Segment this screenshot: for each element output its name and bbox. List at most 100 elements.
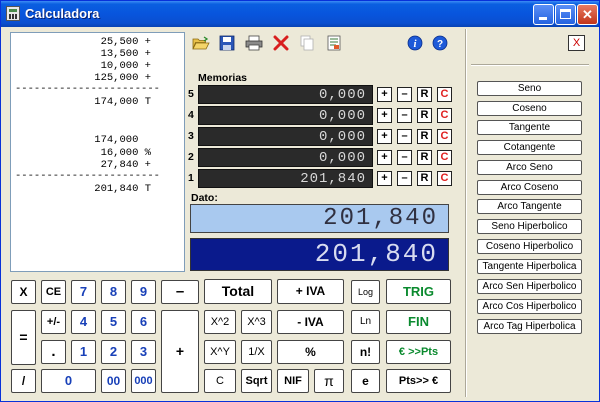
memory-clear-button[interactable]: C	[437, 87, 452, 102]
trig-button[interactable]: TRIG	[386, 279, 451, 304]
memory-add-button[interactable]: +	[377, 171, 392, 186]
memory-clear-button[interactable]: C	[437, 150, 452, 165]
key-nif[interactable]: NIF	[277, 369, 309, 393]
key-plus-iva[interactable]: + IVA	[277, 279, 344, 304]
memory-number: 3	[188, 130, 194, 142]
copy-icon[interactable]	[298, 35, 316, 51]
minimize-button[interactable]	[533, 4, 554, 25]
tape-separator: -----------------------	[15, 83, 160, 95]
key-x[interactable]: X	[11, 280, 36, 304]
key-percent[interactable]: %	[277, 340, 344, 364]
func-seno-hiperbolico[interactable]: Seno Hiperbolico	[477, 219, 582, 234]
memory-subtract-button[interactable]: –	[397, 108, 412, 123]
help-icon[interactable]: ?	[431, 35, 449, 51]
func-coseno-hiperbolico[interactable]: Coseno Hiperbolico	[477, 239, 582, 254]
func-arco-sen-hiperbolico[interactable]: Arco Sen Hiperbolico	[477, 279, 582, 294]
key-sqrt[interactable]: Sqrt	[241, 369, 272, 393]
key-x-squared[interactable]: X^2	[204, 310, 236, 334]
paper-tape[interactable]: 25,500 + 13,500 + 10,000 + 125,000 + ---…	[10, 32, 185, 272]
key-total[interactable]: Total	[204, 279, 272, 304]
memory-clear-button[interactable]: C	[437, 108, 452, 123]
fin-button[interactable]: FIN	[386, 310, 451, 334]
key-ce[interactable]: CE	[41, 280, 66, 304]
result-display: 201,840	[190, 238, 449, 271]
key-clear[interactable]: C	[204, 369, 236, 393]
memory-number: 5	[188, 88, 194, 100]
memory-subtract-button[interactable]: –	[397, 129, 412, 144]
memory-add-button[interactable]: +	[377, 87, 392, 102]
func-arco-coseno[interactable]: Arco Coseno	[477, 180, 582, 195]
key-4[interactable]: 4	[71, 310, 96, 334]
memory-clear-button[interactable]: C	[437, 171, 452, 186]
memory-clear-button[interactable]: C	[437, 129, 452, 144]
close-panel-button[interactable]: X	[568, 35, 585, 51]
panel-separator	[465, 29, 467, 397]
memory-add-button[interactable]: +	[377, 108, 392, 123]
tape-line: 201,840 T	[94, 183, 151, 195]
memory-recall-button[interactable]: R	[417, 129, 432, 144]
key-decimal[interactable]: .	[41, 340, 66, 364]
save-icon[interactable]	[218, 35, 236, 51]
tape-line: 25,500 +	[100, 36, 151, 48]
key-minus[interactable]: –	[161, 280, 199, 304]
tape-line: 174,000	[94, 134, 151, 146]
key-2[interactable]: 2	[101, 340, 126, 364]
func-coseno[interactable]: Coseno	[477, 101, 582, 116]
key-1[interactable]: 1	[71, 340, 96, 364]
memory-add-button[interactable]: +	[377, 150, 392, 165]
title-bar[interactable]: Calculadora ✕	[1, 1, 599, 27]
memory-display-4: 0,000	[198, 106, 373, 125]
key-factorial[interactable]: n!	[351, 340, 380, 364]
tape-line: 16,000 %	[100, 147, 151, 159]
key-equals[interactable]: =	[11, 310, 36, 365]
func-tangente[interactable]: Tangente	[477, 120, 582, 135]
key-x-cubed[interactable]: X^3	[241, 310, 272, 334]
key-6[interactable]: 6	[131, 310, 156, 334]
svg-text:?: ?	[437, 39, 443, 50]
key-8[interactable]: 8	[101, 280, 126, 304]
notes-icon[interactable]	[325, 35, 343, 51]
key-000[interactable]: 000	[131, 369, 156, 393]
memory-recall-button[interactable]: R	[417, 108, 432, 123]
key-log[interactable]: Log	[351, 280, 380, 304]
key-7[interactable]: 7	[71, 280, 96, 304]
key-divide[interactable]: /	[11, 369, 36, 393]
open-folder-icon[interactable]	[192, 35, 210, 51]
key-ln[interactable]: Ln	[351, 310, 380, 334]
func-cotangente[interactable]: Cotangente	[477, 140, 582, 155]
key-plus-minus[interactable]: +/-	[41, 310, 66, 334]
key-5[interactable]: 5	[101, 310, 126, 334]
euro-to-pesetas-button[interactable]: € >>Pts	[386, 340, 451, 364]
memory-subtract-button[interactable]: –	[397, 87, 412, 102]
memory-recall-button[interactable]: R	[417, 87, 432, 102]
memory-subtract-button[interactable]: –	[397, 171, 412, 186]
func-tangente-hiperbolica[interactable]: Tangente Hiperbolica	[477, 259, 582, 274]
key-e[interactable]: e	[351, 369, 380, 393]
key-9[interactable]: 9	[131, 280, 156, 304]
key-x-power-y[interactable]: X^Y	[204, 340, 236, 364]
close-button[interactable]: ✕	[577, 4, 598, 25]
memory-recall-button[interactable]: R	[417, 171, 432, 186]
print-icon[interactable]	[245, 35, 263, 51]
key-pi[interactable]: π	[314, 369, 344, 393]
delete-icon[interactable]	[272, 35, 290, 51]
info-icon[interactable]: i	[406, 35, 424, 51]
func-arco-cos-hiperbolico[interactable]: Arco Cos Hiperbolico	[477, 299, 582, 314]
memory-recall-button[interactable]: R	[417, 150, 432, 165]
func-arco-seno[interactable]: Arco Seno	[477, 160, 582, 175]
memory-add-button[interactable]: +	[377, 129, 392, 144]
memory-number: 4	[188, 109, 194, 121]
maximize-button[interactable]	[555, 4, 576, 25]
key-0[interactable]: 0	[41, 369, 96, 393]
memory-subtract-button[interactable]: –	[397, 150, 412, 165]
pesetas-to-euro-button[interactable]: Pts>> €	[386, 369, 451, 393]
key-minus-iva[interactable]: - IVA	[277, 310, 344, 334]
func-arco-tangente[interactable]: Arco Tangente	[477, 199, 582, 214]
tape-separator: -----------------------	[15, 170, 160, 182]
key-reciprocal[interactable]: 1/X	[241, 340, 272, 364]
key-00[interactable]: 00	[101, 369, 126, 393]
func-seno[interactable]: Seno	[477, 81, 582, 96]
key-3[interactable]: 3	[131, 340, 156, 364]
key-plus[interactable]: +	[161, 310, 199, 393]
func-arco-tag-hiperbolica[interactable]: Arco Tag Hiperbolica	[477, 319, 582, 334]
